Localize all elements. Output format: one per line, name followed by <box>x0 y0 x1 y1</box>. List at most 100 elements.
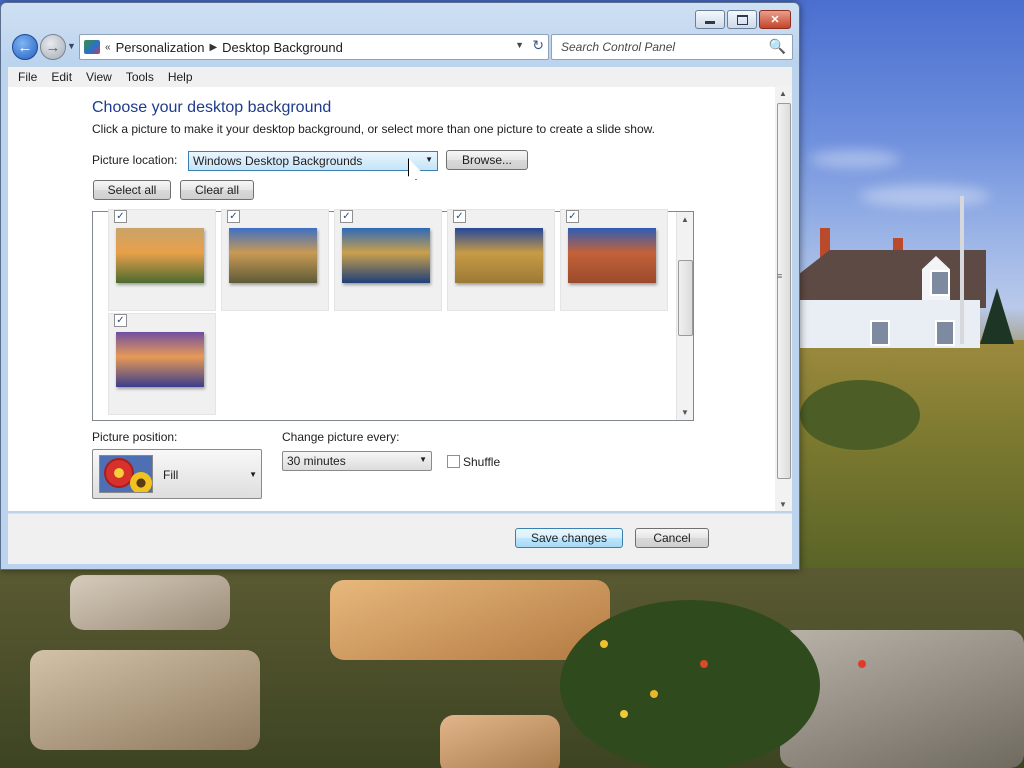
picture-location-label: Picture location: <box>92 153 178 167</box>
cloud <box>810 150 900 168</box>
flower <box>858 660 866 668</box>
picture-location-dropdown[interactable]: Windows Desktop Backgrounds ▼ <box>188 151 438 171</box>
flower <box>600 640 608 648</box>
shuffle-checkbox[interactable] <box>447 455 460 468</box>
picture-tile-lake-flowers[interactable]: ✓ <box>108 313 216 415</box>
scrollbar-thumb[interactable] <box>777 103 791 479</box>
scroll-up-icon[interactable]: ▲ <box>779 89 787 98</box>
refresh-icon[interactable]: ↻ <box>532 37 544 54</box>
cancel-button[interactable]: Cancel <box>635 528 709 548</box>
house-window <box>930 270 950 296</box>
picture-position-label: Picture position: <box>92 430 178 444</box>
minimize-button[interactable] <box>695 10 725 29</box>
picture-thumbnail <box>568 228 656 283</box>
picture-tile-lighthouse-coast[interactable]: ✓ <box>221 209 329 311</box>
close-icon: ✕ <box>770 14 780 26</box>
chevron-down-icon[interactable]: ▼ <box>515 40 524 50</box>
picture-grid: ✓ ✓ ✓ ✓ ✓ ✓ ▲ ▼ <box>92 209 694 421</box>
select-all-button[interactable]: Select all <box>93 180 171 200</box>
rock <box>70 575 230 630</box>
picture-thumbnail <box>342 228 430 283</box>
close-button[interactable]: ✕ <box>759 10 791 29</box>
shuffle-label[interactable]: Shuffle <box>463 455 500 469</box>
content-scrollbar[interactable]: ▲ ≡ ▼ <box>775 87 792 511</box>
save-changes-button[interactable]: Save changes <box>515 528 623 548</box>
picture-thumbnail <box>455 228 543 283</box>
flag-pole <box>960 196 964 344</box>
chevron-right-icon: ▶ <box>209 41 218 53</box>
picture-tile-sunset-meadow[interactable]: ✓ <box>108 209 216 311</box>
forward-button[interactable]: → <box>40 34 66 60</box>
breadcrumb-personalization[interactable]: Personalization <box>116 40 205 55</box>
picture-checkbox[interactable]: ✓ <box>114 314 127 327</box>
change-picture-interval-dropdown[interactable]: 30 minutes ▼ <box>282 451 432 471</box>
address-bar[interactable]: « Personalization ▶ Desktop Background ▼… <box>79 34 549 60</box>
minimize-icon <box>705 21 715 24</box>
browse-button[interactable]: Browse... <box>446 150 528 170</box>
picture-checkbox[interactable]: ✓ <box>566 210 579 223</box>
scroll-down-icon[interactable]: ▼ <box>779 500 787 509</box>
picture-checkbox[interactable]: ✓ <box>114 210 127 223</box>
shrub <box>800 380 920 450</box>
flower <box>700 660 708 668</box>
flower <box>620 710 628 718</box>
picture-checkbox[interactable]: ✓ <box>453 210 466 223</box>
picture-tile-hay-bale[interactable]: ✓ <box>447 209 555 311</box>
menu-help[interactable]: Help <box>168 70 193 84</box>
picture-tile-rock-reflection[interactable]: ✓ <box>334 209 442 311</box>
flower-icon <box>130 472 152 492</box>
arrow-right-icon: → <box>45 38 61 56</box>
menu-bar: File Edit View Tools Help <box>8 67 792 88</box>
picture-thumbnail <box>116 228 204 283</box>
picture-grid-scrollbar[interactable]: ▲ ▼ <box>676 212 693 420</box>
navigation-bar: ← → ▼ « Personalization ▶ Desktop Backgr… <box>9 34 793 64</box>
window-caption-buttons: ✕ <box>695 10 791 29</box>
menu-file[interactable]: File <box>18 70 37 84</box>
picture-position-value: Fill <box>163 468 179 482</box>
grass-field <box>800 340 1024 580</box>
rock <box>330 580 610 660</box>
change-picture-label: Change picture every: <box>282 430 400 444</box>
chevron-down-icon: ▼ <box>425 155 433 164</box>
chevron-down-icon: ▼ <box>249 470 257 479</box>
picture-checkbox[interactable]: ✓ <box>227 210 240 223</box>
arrow-left-icon: ← <box>17 38 33 56</box>
rock <box>30 650 260 750</box>
search-box[interactable]: 🔍 <box>551 34 793 60</box>
cloud <box>860 185 990 207</box>
rock <box>440 715 560 768</box>
back-button[interactable]: ← <box>12 34 38 60</box>
search-icon[interactable]: 🔍 <box>769 38 786 55</box>
menu-tools[interactable]: Tools <box>126 70 154 84</box>
picture-checkbox[interactable]: ✓ <box>340 210 353 223</box>
flower <box>650 690 658 698</box>
content-pane: Choose your desktop background Click a p… <box>8 87 792 511</box>
control-panel-icon <box>84 40 100 54</box>
dialog-footer: Save changes Cancel <box>8 513 792 564</box>
chevron-down-icon: ▼ <box>419 455 427 464</box>
restore-icon <box>736 14 748 25</box>
chevron-left-icon: « <box>105 41 111 53</box>
picture-thumbnail <box>229 228 317 283</box>
picture-tile-delicate-arch[interactable]: ✓ <box>560 209 668 311</box>
picture-thumbnail <box>116 332 204 387</box>
maximize-button[interactable] <box>727 10 757 29</box>
clear-all-button[interactable]: Clear all <box>180 180 254 200</box>
breadcrumb-desktop-background[interactable]: Desktop Background <box>222 40 343 55</box>
house-window <box>935 320 955 346</box>
scrollbar-thumb[interactable] <box>678 260 693 336</box>
page-description: Click a picture to make it your desktop … <box>92 122 655 136</box>
menu-edit[interactable]: Edit <box>51 70 72 84</box>
page-title: Choose your desktop background <box>92 99 332 116</box>
picture-position-dropdown[interactable]: Fill ▼ <box>92 449 262 499</box>
scroll-up-icon[interactable]: ▲ <box>681 215 689 224</box>
menu-view[interactable]: View <box>86 70 112 84</box>
position-preview-image <box>99 455 153 493</box>
shrub <box>560 600 820 768</box>
desktop-background-window: ✕ ← → ▼ « Personalization ▶ Desktop Back… <box>0 2 800 570</box>
recent-pages-dropdown[interactable]: ▼ <box>67 41 76 51</box>
scrollbar-grip-icon: ≡ <box>777 271 783 281</box>
interval-value: 30 minutes <box>287 454 346 468</box>
search-input[interactable] <box>559 39 763 55</box>
scroll-down-icon[interactable]: ▼ <box>681 408 689 417</box>
